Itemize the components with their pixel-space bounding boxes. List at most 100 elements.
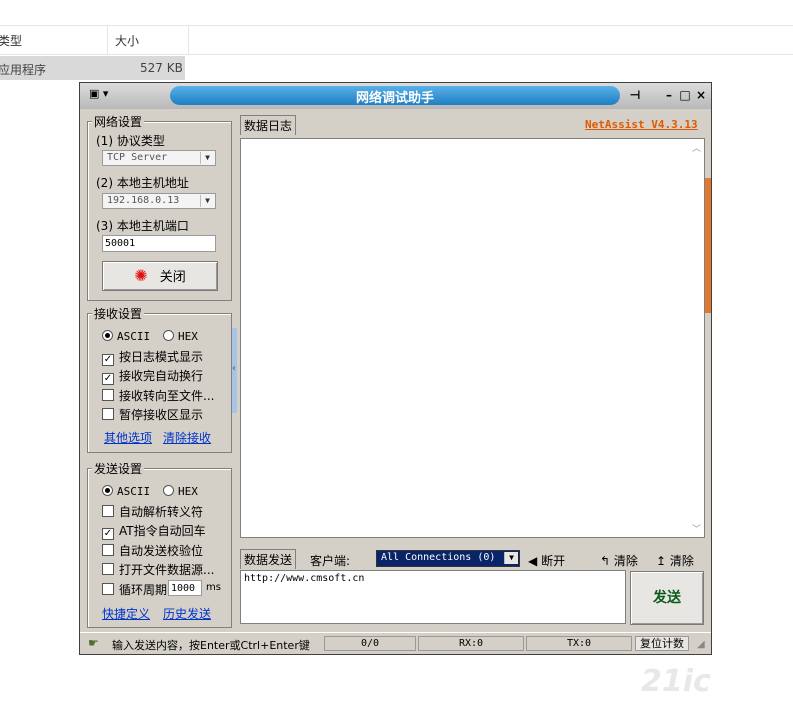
protocol-select[interactable]: TCP Server ▼ [102, 150, 216, 166]
network-settings-panel: 网络设置 (1) 协议类型 TCP Server ▼ (2) 本地主机地址 19… [87, 113, 232, 301]
checkbox-label: 按日志模式显示 [119, 350, 204, 364]
checkbox[interactable]: ✓ [102, 528, 114, 540]
receive-log-area[interactable]: ︿ ﹀ [240, 138, 705, 538]
title-bar[interactable]: ▣ ▾ 网络调试助手 ⊣ – □ × [80, 83, 711, 109]
period-unit: ms [206, 582, 221, 593]
file-size: 527 KB [140, 61, 183, 75]
history-link[interactable]: 历史发送 [163, 605, 211, 622]
send-settings-panel: 发送设置 ASCII HEX 自动解析转义符 ✓ AT指令自动回车 自动发送校验位… [87, 460, 232, 628]
chevron-left-icon[interactable]: ‹ [232, 363, 236, 374]
column-size[interactable]: 大小 [115, 32, 139, 49]
close-button[interactable]: × [694, 87, 708, 103]
checkbox[interactable] [102, 563, 114, 575]
recv-option-pause[interactable]: 暂停接收区显示 [102, 406, 203, 423]
reset-count-button[interactable]: 复位计数 [635, 636, 689, 651]
checkbox[interactable]: ✓ [102, 373, 114, 385]
send-option-at-cr[interactable]: ✓ AT指令自动回车 [102, 522, 206, 540]
send-option-file-source[interactable]: 打开文件数据源... [102, 561, 214, 578]
host-value: 192.168.0.13 [107, 195, 180, 206]
clear-send-button[interactable]: ↰ 清除 [600, 552, 638, 569]
system-menu-icon[interactable]: ▣ ▾ [89, 87, 108, 100]
count-display: 0/0 [324, 636, 416, 651]
port-input[interactable]: 50001 [102, 235, 216, 252]
checkbox-label: 打开文件数据源... [119, 563, 215, 577]
checkbox[interactable] [102, 408, 114, 420]
pin-icon[interactable]: ⊣ [628, 87, 642, 103]
recv-option-to-file[interactable]: 接收转向至文件... [102, 387, 214, 404]
recv-option-log-mode[interactable]: ✓ 按日志模式显示 [102, 348, 203, 366]
explorer-file-row[interactable]: 应用程序 527 KB [0, 56, 185, 80]
status-bar: ☛ 输入发送内容，按Enter或Ctrl+Enter键 0/0 RX:0 TX:… [80, 632, 711, 655]
recv-ascii-radio[interactable]: ASCII [102, 330, 150, 343]
watermark-logo: 21ic [641, 664, 711, 699]
disconnect-label: 断开 [541, 554, 566, 568]
tab-data-send[interactable]: 数据发送 [240, 549, 297, 569]
radio-label: HEX [178, 485, 198, 498]
column-type[interactable]: 类型 [0, 32, 22, 49]
chevron-down-icon[interactable]: ▼ [200, 152, 214, 164]
column-separator[interactable] [107, 26, 108, 54]
send-option-loop[interactable]: 循环周期 [102, 581, 167, 598]
clear-receive-link[interactable]: 清除接收 [163, 429, 211, 446]
send-ascii-radio[interactable]: ASCII [102, 485, 150, 498]
panel-splitter[interactable]: ‹ [232, 328, 237, 413]
radio-label: ASCII [117, 330, 151, 343]
chevron-down-icon[interactable]: ▼ [504, 552, 518, 564]
protocol-value: TCP Server [107, 152, 168, 163]
other-options-link[interactable]: 其他选项 [104, 429, 152, 446]
tx-counter: TX:0 [526, 636, 632, 651]
clear-icon: ↰ [600, 554, 611, 568]
rx-counter: RX:0 [418, 636, 524, 651]
port-label: (3) 本地主机端口 [96, 219, 189, 233]
explorer-column-header: 类型 大小 [0, 25, 793, 55]
client-value: All Connections (0) [381, 552, 496, 563]
radio-dot [163, 485, 174, 496]
column-separator[interactable] [188, 26, 189, 54]
send-button[interactable]: 发送 [630, 571, 704, 625]
checkbox[interactable] [102, 389, 114, 401]
radio-label: ASCII [117, 485, 151, 498]
brand-link[interactable]: NetAssist V4.3.13 [585, 118, 698, 131]
client-select[interactable]: All Connections (0) ▼ [376, 550, 520, 567]
clear-log-button[interactable]: ↥ 清除 [656, 552, 694, 569]
maximize-button[interactable]: □ [678, 87, 692, 103]
checkbox-label: 自动发送校验位 [119, 544, 204, 558]
protocol-label: (1) 协议类型 [96, 134, 165, 148]
clear-label: 清除 [613, 554, 638, 568]
checkbox[interactable] [102, 544, 114, 556]
recv-hex-radio[interactable]: HEX [163, 330, 198, 343]
resize-grip-icon[interactable]: ◢ [697, 639, 705, 650]
tab-data-log[interactable]: 数据日志 [240, 115, 297, 135]
send-input[interactable]: http://www.cmsoft.cn [240, 570, 626, 624]
loop-period-input[interactable]: 1000 [168, 580, 202, 596]
chevron-down-icon[interactable]: ▼ [200, 195, 214, 207]
file-type: 应用程序 [0, 63, 47, 77]
scroll-down-icon[interactable]: ﹀ [692, 522, 701, 535]
checkbox-label: 暂停接收区显示 [119, 408, 204, 422]
clear-up-icon: ↥ [656, 554, 667, 568]
host-select[interactable]: 192.168.0.13 ▼ [102, 193, 216, 209]
clear-label: 清除 [669, 554, 694, 568]
send-option-escape[interactable]: 自动解析转义符 [102, 503, 203, 520]
log-scrollbar[interactable]: ︿ ﹀ [690, 139, 704, 537]
checkbox[interactable] [102, 583, 114, 595]
radio-dot [163, 330, 174, 341]
checkbox[interactable]: ✓ [102, 354, 114, 366]
send-option-checksum[interactable]: 自动发送校验位 [102, 542, 203, 559]
red-light-icon: ✺ [134, 266, 148, 285]
receive-settings-panel: 接收设置 ASCII HEX ✓ 按日志模式显示 ✓ 接收完自动换行 接收转向至文件… [87, 305, 232, 453]
shortcut-link[interactable]: 快捷定义 [102, 605, 150, 622]
panel-title: 发送设置 [92, 460, 145, 477]
send-hex-radio[interactable]: HEX [163, 485, 198, 498]
client-label: 客户端: [310, 554, 351, 568]
arrow-left-icon: ◀ [528, 554, 538, 568]
recv-option-auto-newline[interactable]: ✓ 接收完自动换行 [102, 367, 203, 385]
checkbox[interactable] [102, 505, 114, 517]
checkbox-label: 自动解析转义符 [119, 505, 204, 519]
minimize-button[interactable]: – [662, 87, 676, 103]
panel-title: 网络设置 [92, 113, 145, 130]
scroll-up-icon[interactable]: ︿ [692, 141, 701, 154]
close-connection-label: 关闭 [159, 270, 186, 285]
close-connection-button[interactable]: ✺ 关闭 [102, 261, 218, 291]
disconnect-button[interactable]: ◀ 断开 [528, 552, 565, 569]
